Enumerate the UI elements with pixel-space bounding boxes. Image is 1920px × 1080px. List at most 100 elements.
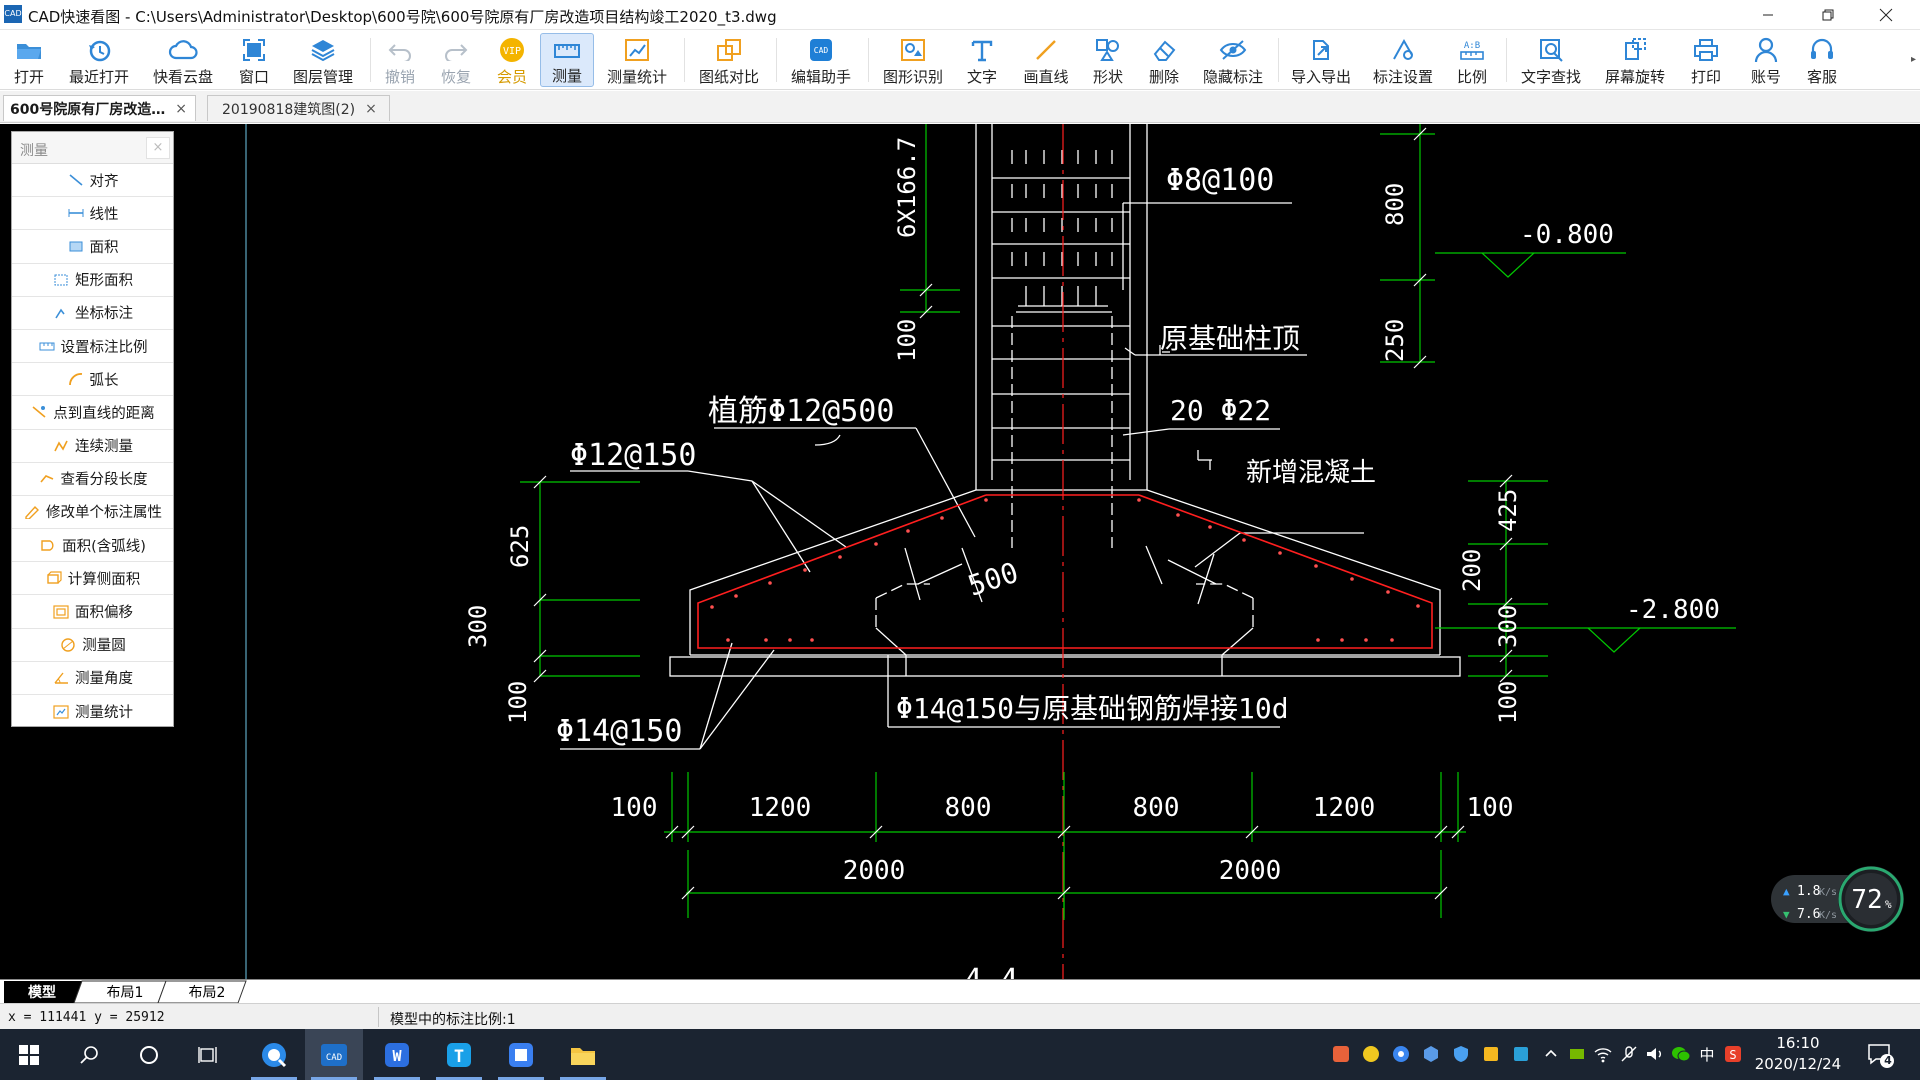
file-tab-active[interactable]: 600号院原有厂房改造… × xyxy=(3,95,196,121)
open-button[interactable]: 打开 xyxy=(2,33,56,87)
undo-button[interactable]: 撤销 xyxy=(376,33,424,87)
horizontal-dim-texts: 100 1200 800 800 1200 100 2000 2000 xyxy=(611,793,1514,886)
layout-tab-1[interactable]: 布局1 xyxy=(92,981,158,1003)
measure-continuous-item[interactable]: 连续测量 xyxy=(12,430,173,463)
print-label: 打印 xyxy=(1690,68,1721,86)
taskbar-cad-viewer[interactable]: CAD xyxy=(305,1029,363,1080)
hide-annotation-button[interactable]: 隐藏标注 xyxy=(1196,33,1270,87)
file-tab[interactable]: 20190818建筑图(2) × xyxy=(207,95,390,121)
close-window-button[interactable] xyxy=(1858,0,1914,30)
maximize-button[interactable] xyxy=(1800,0,1856,30)
volume-icon[interactable] xyxy=(1644,1042,1666,1066)
drawing-canvas[interactable]: 4-4 xyxy=(0,124,1920,998)
area-icon xyxy=(67,238,85,254)
tray-photo-icon[interactable] xyxy=(1330,1042,1352,1066)
customer-service-button[interactable]: 客服 xyxy=(1796,33,1848,87)
close-panel-button[interactable]: × xyxy=(146,137,170,159)
text-search-button[interactable]: 文字查找 xyxy=(1514,33,1588,87)
tray-note-icon[interactable] xyxy=(1480,1042,1502,1066)
taskbar-preview-app[interactable] xyxy=(492,1029,550,1080)
measure-stats-button[interactable]: 测量统计 xyxy=(600,33,674,87)
measure-arc-length-item[interactable]: 弧长 xyxy=(12,363,173,397)
cad-drawing[interactable]: 4-4 xyxy=(0,124,1920,998)
tray-gpu-icon[interactable] xyxy=(1566,1042,1588,1066)
close-tab-icon[interactable]: × xyxy=(365,101,377,117)
vip-button[interactable]: VIP 会员 xyxy=(486,33,538,87)
shape-recognition-button[interactable]: 图形识别 xyxy=(876,33,950,87)
measure-stats-item[interactable]: 测量统计 xyxy=(12,695,173,728)
measure-linear-item[interactable]: 线性 xyxy=(12,197,173,231)
network-speed-widget[interactable]: ▲ ▼ 1.8 K/s 7.6 K/s 72 % xyxy=(1771,865,1905,933)
measure-stats-label: 测量统计 xyxy=(606,68,667,86)
mic-muted-icon[interactable] xyxy=(1618,1042,1640,1066)
dim-text: 100 xyxy=(611,793,658,823)
compare-button[interactable]: 图纸对比 xyxy=(692,33,766,87)
tray-translate-icon[interactable] xyxy=(1510,1042,1532,1066)
elevation-top: -0.800 xyxy=(1520,220,1614,250)
layer-manager-button[interactable]: 图层管理 xyxy=(286,33,360,87)
measure-circle-item[interactable]: 测量圆 xyxy=(12,629,173,662)
text-button[interactable]: 文字 xyxy=(956,33,1008,87)
start-button[interactable] xyxy=(0,1029,58,1080)
tray-network-tool-icon[interactable] xyxy=(1360,1042,1382,1066)
clock-time: 16:10 xyxy=(1776,1034,1820,1052)
scale-button[interactable]: A:B 比例 xyxy=(1446,33,1498,87)
rotate-screen-button[interactable]: 屏幕旋转 xyxy=(1598,33,1672,87)
wechat-icon[interactable] xyxy=(1670,1042,1692,1066)
measure-align-item[interactable]: 对齐 xyxy=(12,164,173,198)
measure-point-line-item[interactable]: 点到直线的距离 xyxy=(12,396,173,430)
measure-angle-item[interactable]: 测量角度 xyxy=(12,662,173,695)
cloud-disk-button[interactable]: 快看云盘 xyxy=(146,33,220,87)
taskbar-browser[interactable] xyxy=(245,1029,303,1080)
account-button[interactable]: 账号 xyxy=(1740,33,1792,87)
vip-label: 会员 xyxy=(496,68,527,86)
tray-shield-icon[interactable] xyxy=(1450,1042,1472,1066)
measure-modify-item[interactable]: 修改单个标注属性 xyxy=(12,496,173,530)
redo-button[interactable]: 恢复 xyxy=(432,33,480,87)
layout-tab-2[interactable]: 布局2 xyxy=(174,981,240,1003)
task-view-button[interactable] xyxy=(180,1029,238,1080)
taskbar-text-app[interactable]: T xyxy=(430,1029,488,1080)
column-top-label: 原基础柱顶 xyxy=(1160,322,1300,355)
taskbar-file-explorer[interactable] xyxy=(554,1029,612,1080)
annotation-settings-button[interactable]: 标注设置 xyxy=(1366,33,1440,87)
taskbar-wps-writer[interactable]: W xyxy=(368,1029,426,1080)
undo-icon xyxy=(384,35,416,65)
wifi-icon[interactable] xyxy=(1592,1042,1614,1066)
cortana-button[interactable] xyxy=(120,1029,178,1080)
measure-button[interactable]: 测量 xyxy=(540,33,594,87)
window-button[interactable]: 窗口 xyxy=(228,33,280,87)
tray-cube-icon[interactable] xyxy=(1420,1042,1442,1066)
draw-line-button[interactable]: 画直线 xyxy=(1016,33,1076,87)
measure-area-item[interactable]: 面积 xyxy=(12,230,173,264)
tray-expand-icon[interactable] xyxy=(1540,1042,1562,1066)
shape-button[interactable]: 形状 xyxy=(1082,33,1134,87)
layout-tab-model[interactable]: 模型 xyxy=(10,981,74,1003)
system-clock[interactable]: 16:10 2020/12/24 xyxy=(1738,1033,1858,1075)
measure-side-area-item[interactable]: 计算侧面积 xyxy=(12,562,173,596)
import-export-button[interactable]: 导入导出 xyxy=(1284,33,1358,87)
measure-coordinate-item[interactable]: 坐标标注 xyxy=(12,297,173,330)
search-button[interactable] xyxy=(60,1029,118,1080)
dim-100-top: 100 xyxy=(893,319,921,362)
text-label: 文字 xyxy=(966,68,997,86)
edit-assistant-button[interactable]: CAD 编辑助手 xyxy=(784,33,858,87)
tray-chrome-icon[interactable] xyxy=(1390,1042,1412,1066)
minimize-button[interactable] xyxy=(1740,0,1796,30)
ime-indicator[interactable]: 中 xyxy=(1696,1042,1718,1066)
measure-area-arc-item[interactable]: 面积(含弧线) xyxy=(12,529,173,563)
measure-rect-area-item[interactable]: 矩形面积 xyxy=(12,264,173,297)
measure-set-scale-item[interactable]: 设置标注比例 xyxy=(12,330,173,364)
close-tab-icon[interactable]: × xyxy=(175,101,187,117)
measure-area-offset-item[interactable]: 面积偏移 xyxy=(12,595,173,629)
measure-stats-small-icon xyxy=(52,704,70,720)
measure-segment-length-item[interactable]: 查看分段长度 xyxy=(12,463,173,496)
notification-center-button[interactable]: 4 xyxy=(1866,1041,1894,1073)
new-concrete-rebar xyxy=(697,494,1433,649)
recent-open-button[interactable]: 最近打开 xyxy=(62,33,136,87)
file-tab-label: 600号院原有厂房改造… xyxy=(10,101,166,118)
ribbon-more-icon[interactable]: ▸ xyxy=(1911,54,1916,65)
delete-button[interactable]: 删除 xyxy=(1138,33,1190,87)
close-icon xyxy=(1879,8,1893,22)
print-button[interactable]: 打印 xyxy=(1680,33,1732,87)
